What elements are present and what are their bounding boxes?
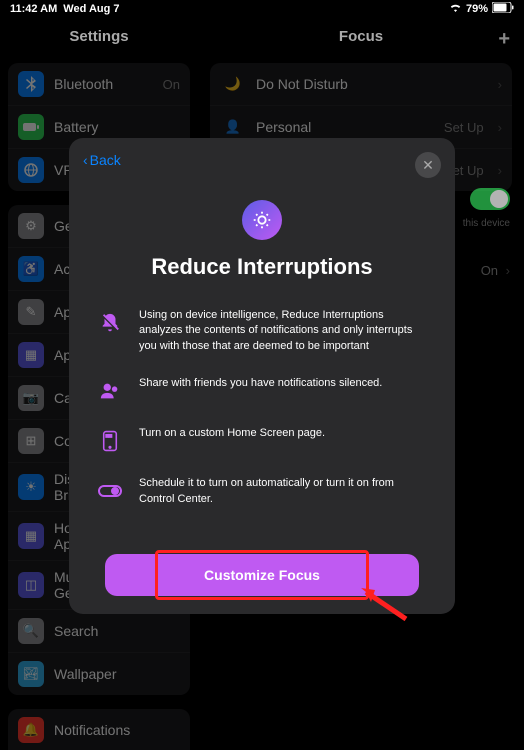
modal-title: Reduce Interruptions xyxy=(87,254,437,280)
feature-share: Share with friends you have notification… xyxy=(87,376,437,404)
modal-overlay: ‹ Back ✕ Reduce Interruptions Using on d… xyxy=(0,0,524,750)
feature-homescreen: Turn on a custom Home Screen page. xyxy=(87,426,437,454)
annotation-arrow xyxy=(351,584,411,624)
phone-icon xyxy=(97,428,123,454)
chevron-left-icon: ‹ xyxy=(83,152,88,168)
close-icon: ✕ xyxy=(422,157,434,174)
bell-slash-icon xyxy=(97,310,123,336)
feature-schedule: Schedule it to turn on automatically or … xyxy=(87,476,437,507)
back-button[interactable]: ‹ Back xyxy=(83,152,121,168)
toggle-icon xyxy=(97,478,123,504)
feature-intelligence: Using on device intelligence, Reduce Int… xyxy=(87,308,437,354)
reduce-interruptions-modal: ‹ Back ✕ Reduce Interruptions Using on d… xyxy=(69,138,455,614)
people-icon xyxy=(97,378,123,404)
reduce-interruptions-icon xyxy=(242,200,282,240)
close-button[interactable]: ✕ xyxy=(415,152,441,178)
